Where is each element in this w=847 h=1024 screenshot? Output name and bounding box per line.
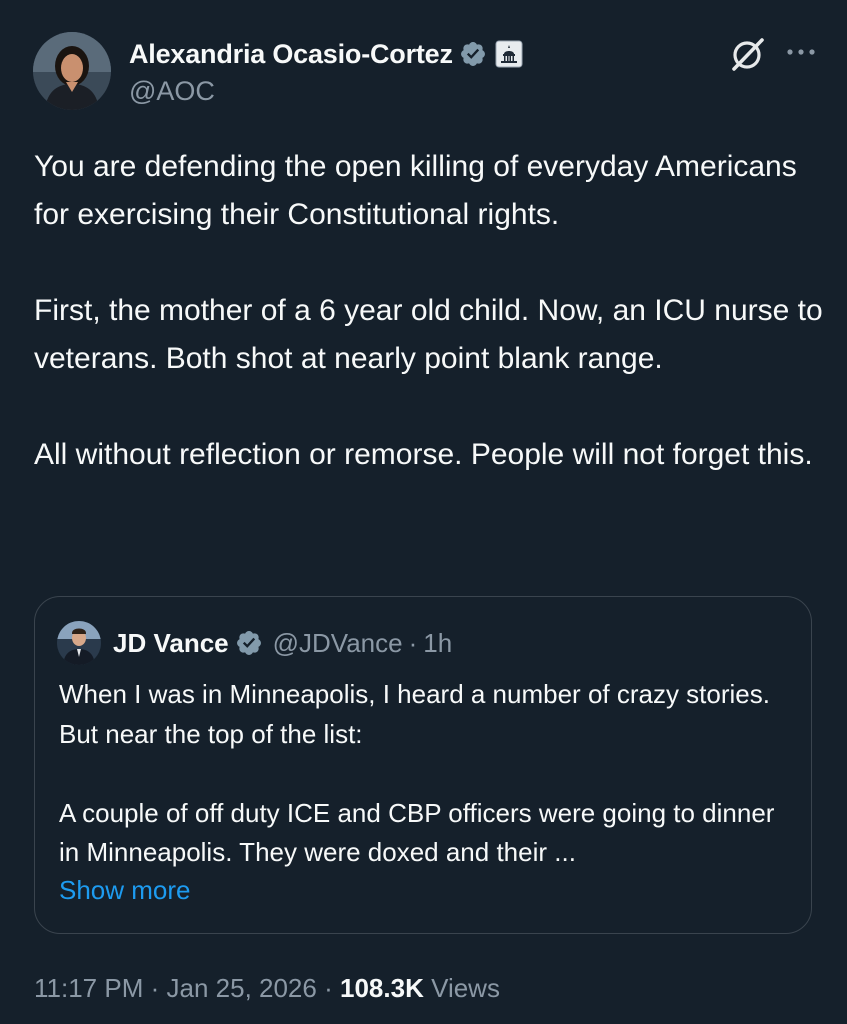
quoted-tweet-text: When I was in Minneapolis, I heard a num… — [59, 679, 775, 867]
more-options-icon[interactable] — [783, 40, 819, 64]
author-avatar[interactable] — [33, 32, 111, 110]
tweet-text: You are defending the open killing of ev… — [34, 150, 823, 471]
quoted-tweet[interactable]: JD Vance @JDVance · 1h When I was in Min… — [34, 596, 812, 934]
quoted-separator: · — [408, 627, 418, 658]
quoted-verified-badge-icon — [235, 629, 263, 657]
meta-separator: · — [150, 973, 160, 1003]
capitol-building-icon — [495, 40, 523, 68]
views-label: Views — [431, 973, 500, 1003]
post-date[interactable]: Jan 25, 2026 — [167, 973, 317, 1003]
meta-separator: · — [324, 973, 333, 1003]
author-display-name[interactable]: Alexandria Ocasio-Cortez — [129, 39, 453, 70]
tweet-header: Alexandria Ocasio-Cortez @AOC — [33, 32, 823, 112]
post-time[interactable]: 11:17 PM — [34, 973, 143, 1003]
views-count: 108.3K — [340, 973, 424, 1003]
grok-icon[interactable] — [728, 34, 768, 74]
quoted-tweet-header: JD Vance @JDVance · 1h — [57, 621, 452, 665]
quoted-author-handle: @JDVance — [272, 627, 403, 658]
author-name-block: Alexandria Ocasio-Cortez @AOC — [129, 36, 523, 107]
quoted-author-avatar[interactable] — [57, 621, 101, 665]
quoted-author-display-name: JD Vance — [113, 627, 229, 658]
tweet-meta: 11:17 PM · Jan 25, 2026 · 108.3K Views — [34, 968, 500, 1008]
verified-badge-icon[interactable] — [459, 40, 487, 68]
author-handle[interactable]: @AOC — [129, 76, 523, 107]
tweet: Alexandria Ocasio-Cortez @AOC You are de… — [0, 0, 847, 1024]
quoted-timestamp: 1h — [423, 627, 453, 658]
show-more-link[interactable]: Show more — [59, 871, 191, 910]
